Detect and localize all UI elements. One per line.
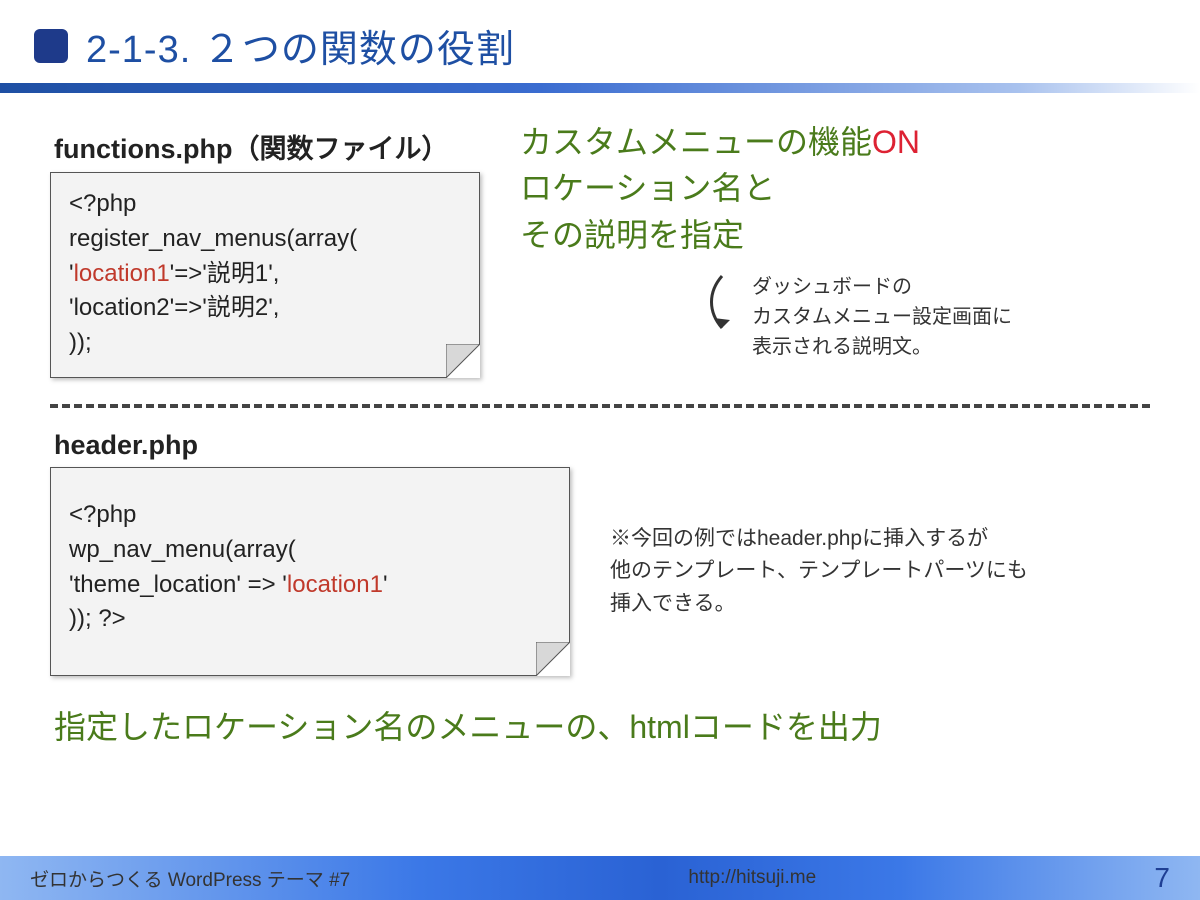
- functions-right: カスタムメニューの機能ON ロケーション名と その説明を指定 ダッシュボードの …: [520, 117, 1150, 362]
- header-left: <?php wp_nav_menu(array( 'theme_location…: [50, 467, 570, 676]
- footer-left: ゼロからつくる WordPress テーマ #7: [30, 865, 350, 892]
- text: ダッシュボードの: [752, 272, 1012, 302]
- title-bullet-icon: [34, 29, 68, 63]
- text: カスタムメニューの機能: [520, 124, 872, 160]
- code-line: )); ?>: [69, 602, 551, 637]
- text: 挿入できる。: [610, 588, 1150, 621]
- code-line: <?php: [69, 187, 461, 222]
- bottom-summary: 指定したロケーション名のメニューの、htmlコードを出力: [50, 702, 1150, 748]
- code-line: 'theme_location' => 'location1': [69, 568, 551, 603]
- code-line: ));: [69, 326, 461, 361]
- page-fold-icon: [446, 344, 480, 378]
- footer: ゼロからつくる WordPress テーマ #7 http://hitsuji.…: [0, 856, 1200, 900]
- footer-url: http://hitsuji.me: [688, 867, 816, 889]
- on-label: ON: [872, 124, 920, 160]
- code-line: wp_nav_menu(array(: [69, 533, 551, 568]
- text: カスタムメニュー設定画面に: [752, 302, 1012, 332]
- header-note: ※今回の例ではheader.phpに挿入するが 他のテンプレート、テンプレートパ…: [610, 523, 1150, 621]
- code-highlight: location1: [74, 260, 170, 287]
- text: 表示される説明文。: [752, 332, 1012, 362]
- code-text: '=>'説明1',: [170, 260, 280, 287]
- section-header-php: header.php <?php wp_nav_menu(array( 'the…: [50, 430, 1150, 676]
- title-row: 2-1-3. ２つの関数の役割: [0, 0, 1200, 79]
- header-file-label: header.php: [54, 430, 1150, 461]
- header-row: <?php wp_nav_menu(array( 'theme_location…: [50, 467, 1150, 676]
- functions-left: functions.php（関数ファイル） <?php register_nav…: [50, 117, 480, 378]
- title-underline: [0, 83, 1200, 93]
- code-text: 'theme_location' => ': [69, 571, 287, 598]
- content: functions.php（関数ファイル） <?php register_nav…: [0, 93, 1200, 748]
- header-code-box: <?php wp_nav_menu(array( 'theme_location…: [50, 467, 570, 676]
- code-text: ': [383, 571, 388, 598]
- code-line: 'location2'=>'説明2',: [69, 291, 461, 326]
- arrow-note: ダッシュボードの カスタムメニュー設定画面に 表示される説明文。: [520, 272, 1150, 362]
- functions-file-label: functions.php（関数ファイル）: [54, 127, 480, 166]
- slide: 2-1-3. ２つの関数の役割 functions.php（関数ファイル） <?…: [0, 0, 1200, 900]
- curved-arrow-icon: [700, 272, 740, 342]
- code-line: register_nav_menus(array(: [69, 222, 461, 257]
- functions-code-box: <?php register_nav_menus(array( 'locatio…: [50, 172, 480, 378]
- text: 他のテンプレート、テンプレートパーツにも: [610, 555, 1150, 588]
- section-functions: functions.php（関数ファイル） <?php register_nav…: [50, 117, 1150, 378]
- page-title: 2-1-3. ２つの関数の役割: [86, 18, 515, 73]
- code-line: <?php: [69, 498, 551, 533]
- dashboard-note: ダッシュボードの カスタムメニュー設定画面に 表示される説明文。: [752, 272, 1012, 362]
- section-divider: [50, 404, 1150, 408]
- text: ※今回の例ではheader.phpに挿入するが: [610, 523, 1150, 556]
- page-number: 7: [1154, 862, 1170, 894]
- text: ロケーション名と: [520, 170, 775, 206]
- page-fold-icon: [536, 642, 570, 676]
- code-line: 'location1'=>'説明1',: [69, 257, 461, 292]
- functions-explain: カスタムメニューの機能ON ロケーション名と その説明を指定: [520, 119, 1150, 258]
- code-highlight: location1: [287, 571, 383, 598]
- text: その説明を指定: [520, 217, 744, 253]
